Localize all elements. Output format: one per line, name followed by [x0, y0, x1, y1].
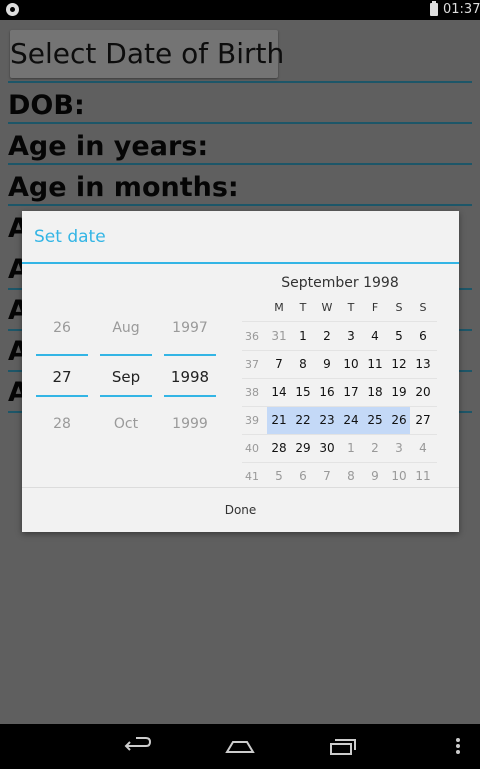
calendar-day[interactable]: 3 [339, 323, 363, 350]
dob-label: DOB: [8, 90, 85, 121]
calendar-day[interactable]: 8 [339, 463, 363, 490]
calendar-day[interactable]: 11 [363, 351, 387, 378]
status-bar: 01:37 [0, 0, 480, 20]
navigation-bar [0, 724, 480, 769]
calendar-day[interactable]: 31 [267, 323, 291, 350]
calendar-day[interactable]: 3 [387, 435, 411, 462]
calendar-day[interactable]: 5 [267, 463, 291, 490]
weekday-header: S [395, 301, 403, 314]
calendar-day[interactable]: 6 [291, 463, 315, 490]
calendar-day[interactable]: 30 [315, 435, 339, 462]
calendar-row-divider [242, 321, 437, 322]
divider [8, 122, 472, 124]
calendar-day[interactable]: 10 [387, 463, 411, 490]
back-icon[interactable] [122, 734, 154, 758]
weekday-header: S [419, 301, 427, 314]
spinner-line [164, 395, 216, 397]
calendar-day[interactable]: 22 [291, 407, 315, 434]
calendar-day[interactable]: 2 [363, 435, 387, 462]
week-number: 37 [245, 358, 259, 371]
calendar-day[interactable]: 12 [387, 351, 411, 378]
calendar-day[interactable]: 25 [363, 407, 387, 434]
calendar-day[interactable]: 9 [363, 463, 387, 490]
day-current[interactable]: 27 [36, 368, 88, 386]
title-divider [22, 262, 459, 264]
month-prev[interactable]: Aug [100, 320, 152, 336]
calendar-day[interactable]: 15 [291, 379, 315, 406]
calendar-day[interactable]: 28 [267, 435, 291, 462]
year-spinner[interactable]: 1997 1998 1999 [164, 311, 216, 441]
calendar-day[interactable]: 26 [387, 407, 411, 434]
spinner-line [36, 354, 88, 356]
recent-apps-icon[interactable] [327, 734, 359, 758]
calendar-day[interactable]: 24 [339, 407, 363, 434]
day-prev[interactable]: 26 [36, 320, 88, 336]
divider [8, 81, 472, 83]
calendar-day[interactable]: 4 [363, 323, 387, 350]
calendar-day[interactable]: 19 [387, 379, 411, 406]
calendar-day[interactable]: 14 [267, 379, 291, 406]
calendar-day[interactable]: 4 [411, 435, 435, 462]
week-number: 39 [245, 414, 259, 427]
spinner-line [164, 354, 216, 356]
calendar-day[interactable]: 10 [339, 351, 363, 378]
calendar-day[interactable]: 29 [291, 435, 315, 462]
calendar-day[interactable]: 2 [315, 323, 339, 350]
week-number: 40 [245, 442, 259, 455]
calendar-day[interactable]: 11 [411, 463, 435, 490]
calendar-day[interactable]: 17 [339, 379, 363, 406]
calendar-day[interactable]: 7 [315, 463, 339, 490]
divider [8, 163, 472, 165]
calendar-day[interactable]: 21 [267, 407, 291, 434]
weekday-header: M [274, 301, 284, 314]
day-spinner[interactable]: 26 27 28 [36, 311, 88, 441]
done-button[interactable]: Done [22, 488, 459, 532]
spinner-line [100, 395, 152, 397]
set-date-dialog: Set date 26 27 28 Aug Sep Oct 1997 1998 … [22, 211, 459, 532]
weekday-header: T [347, 301, 355, 314]
week-number: 41 [245, 470, 259, 483]
day-next[interactable]: 28 [36, 416, 88, 432]
year-current[interactable]: 1998 [164, 368, 216, 386]
status-clock: 01:37 [443, 2, 480, 17]
spinner-line [100, 354, 152, 356]
spinner-line [36, 395, 88, 397]
weekday-header: T [299, 301, 307, 314]
month-next[interactable]: Oct [100, 416, 152, 432]
divider [8, 204, 472, 206]
calendar-month-label: September 1998 [281, 275, 399, 291]
weekday-header: W [321, 301, 333, 314]
calendar-day[interactable]: 20 [411, 379, 435, 406]
age-months-label: Age in months: [8, 172, 239, 203]
calendar-day[interactable]: 16 [315, 379, 339, 406]
week-number: 36 [245, 330, 259, 343]
battery-icon [430, 1, 438, 16]
month-current[interactable]: Sep [100, 368, 152, 386]
calendar-day[interactable]: 7 [267, 351, 291, 378]
calendar-day[interactable]: 18 [363, 379, 387, 406]
calendar-day[interactable]: 6 [411, 323, 435, 350]
calendar-day[interactable]: 13 [411, 351, 435, 378]
year-next[interactable]: 1999 [164, 416, 216, 432]
year-prev[interactable]: 1997 [164, 320, 216, 336]
menu-icon[interactable] [452, 734, 464, 758]
week-number: 38 [245, 386, 259, 399]
calendar-day[interactable]: 23 [315, 407, 339, 434]
dialog-title: Set date [34, 227, 106, 247]
calendar-day[interactable]: 8 [291, 351, 315, 378]
age-years-label: Age in years: [8, 131, 209, 162]
home-icon[interactable] [224, 734, 256, 758]
month-spinner[interactable]: Aug Sep Oct [100, 311, 152, 441]
calendar-day[interactable]: 9 [315, 351, 339, 378]
calendar-day-selected[interactable]: 27 [411, 407, 435, 434]
notification-icon [6, 3, 19, 16]
calendar-day[interactable]: 1 [339, 435, 363, 462]
calendar-day[interactable]: 5 [387, 323, 411, 350]
select-date-of-birth-button[interactable]: Select Date of Birth [10, 30, 284, 78]
calendar-day[interactable]: 1 [291, 323, 315, 350]
weekday-header: F [371, 301, 379, 314]
